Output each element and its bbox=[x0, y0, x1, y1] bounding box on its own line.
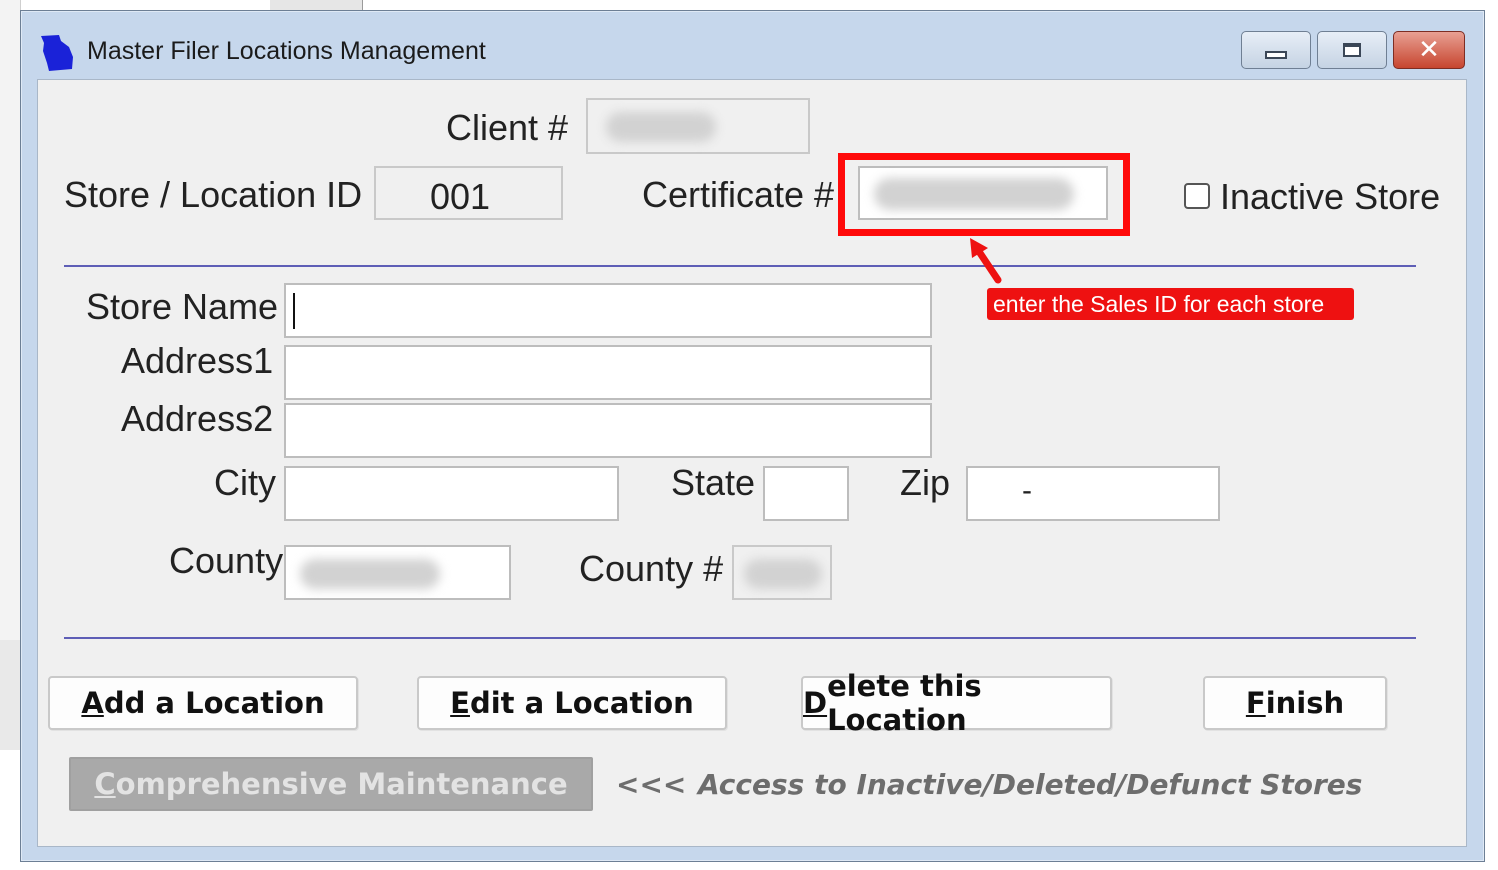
client-number-field[interactable] bbox=[586, 98, 810, 154]
add-label: dd a Location bbox=[103, 686, 325, 720]
callout-arrow-icon bbox=[970, 238, 1002, 284]
city-input[interactable] bbox=[284, 466, 619, 521]
comprehensive-accel-key: C bbox=[94, 767, 116, 801]
close-icon: ✕ bbox=[1418, 35, 1440, 65]
zip-input[interactable]: - bbox=[966, 466, 1220, 521]
client-number-label: Client # bbox=[446, 107, 569, 148]
store-name-input[interactable] bbox=[284, 283, 932, 338]
county-number-label: County # bbox=[579, 548, 724, 589]
redacted-value bbox=[300, 559, 440, 589]
edit-label: dit a Location bbox=[469, 686, 694, 720]
store-location-id-value: 001 bbox=[430, 176, 491, 217]
address1-label: Address1 bbox=[121, 340, 274, 381]
maximize-button[interactable] bbox=[1317, 31, 1387, 69]
title-bar[interactable]: Master Filer Locations Management ✕ bbox=[21, 11, 1484, 79]
close-button[interactable]: ✕ bbox=[1393, 31, 1465, 69]
background-app-panel bbox=[0, 0, 21, 750]
delete-accel-key: D bbox=[803, 686, 828, 720]
store-location-id-label: Store / Location ID bbox=[64, 174, 363, 215]
background-app-panel-lower bbox=[0, 640, 20, 750]
add-location-button[interactable]: Add a Location bbox=[48, 676, 358, 730]
state-label: State bbox=[671, 462, 756, 503]
store-location-id-field[interactable]: 001 bbox=[374, 166, 563, 220]
divider-top bbox=[64, 265, 1416, 267]
sales-id-callout: enter the Sales ID for each store bbox=[987, 288, 1354, 320]
zip-mask: - bbox=[1022, 474, 1032, 507]
county-label: County bbox=[169, 540, 284, 581]
inactive-stores-hint: Access to Inactive/Deleted/Defunct Store… bbox=[698, 768, 1363, 801]
address1-input[interactable] bbox=[284, 345, 932, 400]
county-number-field[interactable] bbox=[732, 545, 832, 600]
address2-input[interactable] bbox=[284, 403, 932, 458]
comprehensive-maintenance-button[interactable]: Comprehensive Maintenance bbox=[69, 757, 593, 811]
minimize-icon bbox=[1265, 51, 1287, 59]
maximize-icon bbox=[1343, 43, 1361, 57]
certificate-number-label: Certificate # bbox=[642, 174, 835, 215]
hint-arrows: <<< bbox=[616, 768, 687, 801]
locations-management-window: Master Filer Locations Management ✕ Clie… bbox=[20, 10, 1485, 862]
finish-accel-key: F bbox=[1245, 686, 1266, 720]
text-caret bbox=[293, 293, 295, 329]
georgia-map-icon bbox=[41, 35, 73, 71]
city-label: City bbox=[214, 462, 276, 503]
delete-location-button[interactable]: Delete this Location bbox=[801, 669, 1112, 737]
add-accel-key: A bbox=[81, 686, 104, 720]
state-input[interactable] bbox=[763, 466, 849, 521]
finish-button[interactable]: Finish bbox=[1203, 676, 1387, 730]
minimize-button[interactable] bbox=[1241, 31, 1311, 69]
store-name-label: Store Name bbox=[86, 286, 279, 327]
inactive-store-checkbox[interactable] bbox=[1184, 183, 1210, 209]
certificate-highlight-box bbox=[838, 153, 1130, 236]
address2-label: Address2 bbox=[121, 398, 274, 439]
inactive-store-label: Inactive Store bbox=[1220, 176, 1441, 217]
dialog-client-area: Client # Store / Location ID 001 Certifi… bbox=[37, 79, 1467, 847]
redacted-value bbox=[606, 112, 716, 142]
window-title: Master Filer Locations Management bbox=[87, 37, 486, 65]
zip-label: Zip bbox=[900, 462, 951, 503]
delete-label: elete this Location bbox=[827, 669, 982, 737]
county-field[interactable] bbox=[284, 545, 511, 600]
edit-accel-key: E bbox=[450, 686, 470, 720]
comprehensive-label: omprehensive Maintenance bbox=[115, 767, 568, 801]
background-app-tab bbox=[270, 0, 363, 10]
edit-location-button[interactable]: Edit a Location bbox=[417, 676, 727, 730]
finish-label: inish bbox=[1265, 686, 1345, 720]
divider-bottom bbox=[64, 637, 1416, 639]
redacted-value bbox=[744, 559, 822, 589]
